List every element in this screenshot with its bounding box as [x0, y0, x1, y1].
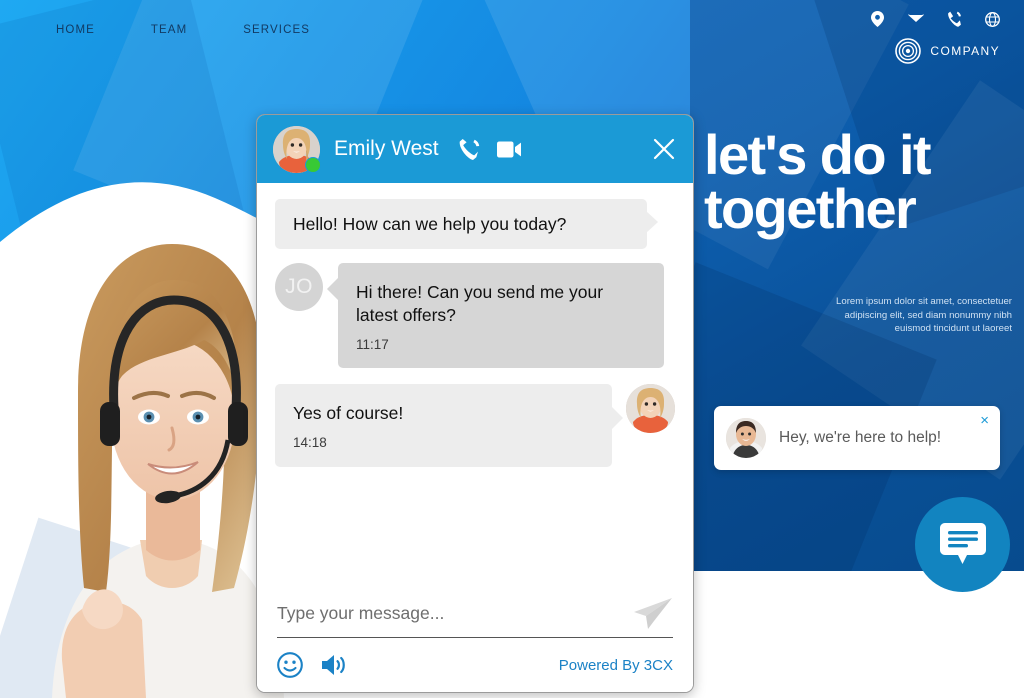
chat-header-actions[interactable]	[459, 138, 521, 160]
chat-tools-row: Powered By 3CX	[277, 652, 673, 678]
hero-subcopy-line2: adipiscing elit, sed diam nonummy nibh	[844, 309, 1012, 321]
phone-icon[interactable]	[459, 138, 480, 160]
company-brand[interactable]: COMPANY	[895, 38, 1000, 64]
chat-message-row: Yes of course! 14:18	[275, 384, 675, 467]
chat-widget-panel: Emily West Hello! How can we help you to…	[256, 114, 694, 693]
visitor-initials-avatar: JO	[275, 263, 323, 312]
message-timestamp: 14:18	[293, 435, 327, 451]
hero-headline-line1: let's do it	[704, 123, 932, 186]
contact-icon-bar[interactable]	[871, 11, 1000, 27]
location-pin-icon[interactable]	[871, 11, 884, 27]
nav-item-team[interactable]: TEAM	[151, 24, 187, 36]
message-bubble: Hello! How can we help you today?	[275, 199, 658, 250]
close-icon[interactable]	[653, 138, 675, 160]
chat-header: Emily West	[257, 115, 693, 183]
support-agent-photo	[52, 244, 284, 698]
hero-headline: let's do it together	[704, 123, 1014, 241]
nav-item-home[interactable]: HOME	[56, 24, 95, 36]
message-bubble: Hi there! Can you send me your latest of…	[327, 263, 664, 369]
chat-launcher-button[interactable]	[915, 497, 1010, 592]
chat-teaser-bubble[interactable]: Hey, we're here to help! ×	[714, 406, 1000, 470]
chat-footer: Powered By 3CX	[257, 597, 693, 692]
teaser-agent-avatar	[726, 418, 766, 458]
avatar	[626, 384, 675, 434]
message-input[interactable]	[277, 599, 623, 628]
powered-by-link[interactable]: Powered By 3CX	[559, 657, 673, 674]
globe-icon[interactable]	[985, 11, 1000, 27]
teaser-close-icon[interactable]: ×	[980, 413, 989, 428]
agent-avatar-wrapper	[273, 125, 321, 173]
agent-name: Emily West	[334, 137, 439, 160]
phone-icon[interactable]	[948, 11, 961, 27]
concentric-circles-logo	[895, 38, 922, 64]
hero-subcopy: Lorem ipsum dolor sit amet, consectetuer…	[782, 295, 1012, 336]
video-camera-icon[interactable]	[496, 141, 521, 158]
envelope-icon[interactable]	[908, 13, 924, 25]
online-status-indicator	[305, 156, 321, 173]
speaker-volume-icon[interactable]	[321, 653, 348, 677]
company-name: COMPANY	[930, 44, 1000, 58]
message-text: Yes of course!	[293, 403, 404, 424]
message-text: Hi there! Can you send me your latest of…	[356, 282, 604, 326]
page-root: HOME TEAM SERVICES COMPANY let's do it t…	[0, 0, 1024, 698]
chat-message-row: Hello! How can we help you today?	[275, 199, 675, 250]
chat-message-row: JO Hi there! Can you send me your latest…	[275, 263, 675, 369]
send-paper-plane-icon[interactable]	[633, 597, 673, 630]
message-input-row	[277, 597, 673, 638]
smiley-face-icon[interactable]	[277, 652, 303, 678]
hero-subcopy-line3: euismod tincidunt ut laoreet	[894, 323, 1012, 335]
hero-headline-line2: together	[704, 177, 917, 241]
message-bubble: Yes of course! 14:18	[275, 384, 623, 467]
teaser-message-text: Hey, we're here to help!	[779, 429, 942, 446]
nav-item-services[interactable]: SERVICES	[243, 24, 310, 36]
chat-message-list: Hello! How can we help you today? JO Hi …	[257, 183, 693, 597]
hero-subcopy-line1: Lorem ipsum dolor sit amet, consectetuer	[836, 296, 1012, 307]
chat-bubble-icon	[939, 522, 986, 564]
message-timestamp: 11:17	[356, 337, 389, 353]
website-right-hero: COMPANY let's do it together Lorem ipsum…	[690, 0, 1024, 571]
site-navigation[interactable]: HOME TEAM SERVICES	[56, 24, 310, 36]
message-text: Hello! How can we help you today?	[293, 214, 567, 234]
